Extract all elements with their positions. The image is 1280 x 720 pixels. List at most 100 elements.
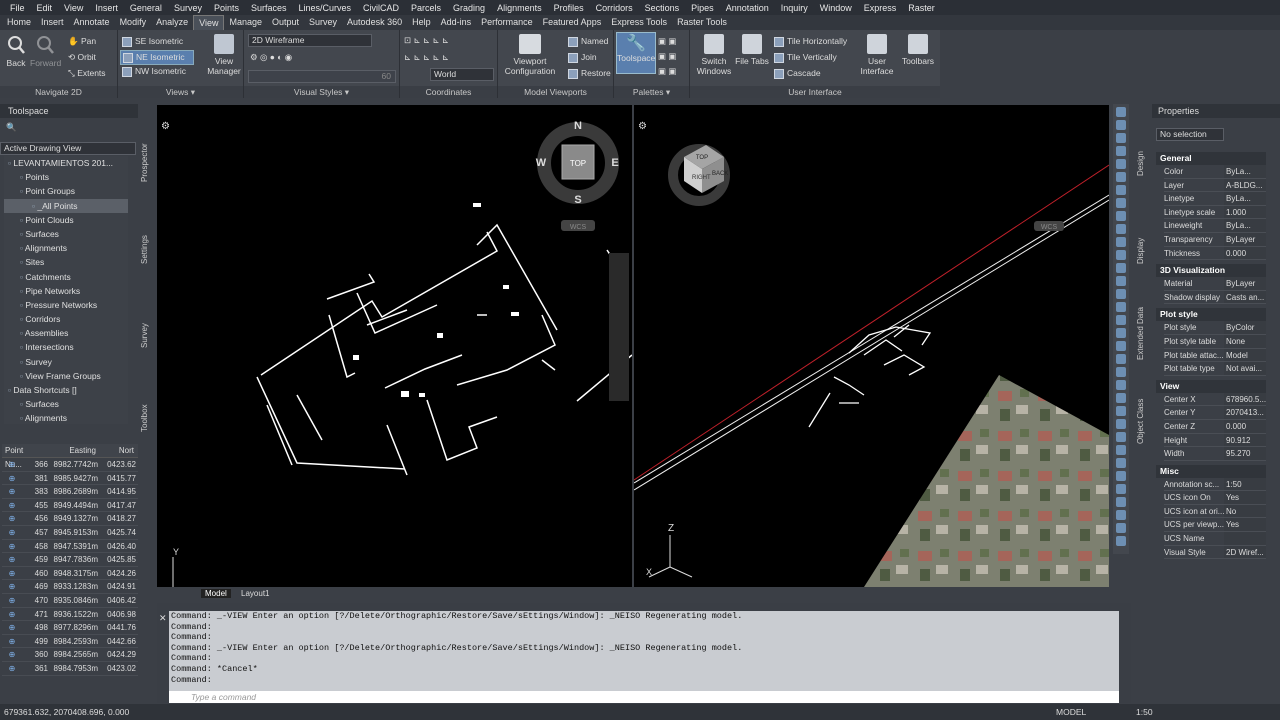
view-ne-isometric[interactable]: NE Isometric — [120, 50, 194, 65]
named-button[interactable]: Named — [568, 36, 608, 47]
menu-item[interactable]: Express — [858, 3, 903, 13]
tool-icon[interactable] — [1116, 159, 1126, 169]
property-value[interactable]: 1.000 — [1224, 205, 1266, 219]
menu-item[interactable]: File — [4, 3, 31, 13]
tree-item[interactable]: ▫ Catchments — [4, 270, 128, 284]
tool-icon[interactable] — [1116, 510, 1126, 520]
property-row[interactable]: Width 95.270 — [1164, 447, 1266, 461]
menu-item[interactable]: Edit — [31, 3, 59, 13]
ribbon-tab[interactable]: Analyze — [151, 15, 193, 30]
property-section[interactable]: 3D Visualization — [1156, 264, 1266, 278]
forward-button[interactable]: Forward — [30, 34, 61, 68]
table-row[interactable]: ⊕ 499 8984.2593m 0442.66 — [2, 635, 138, 649]
tool-icon[interactable] — [1116, 107, 1126, 117]
tool-icon[interactable] — [1116, 146, 1126, 156]
menu-item[interactable]: General — [124, 3, 168, 13]
tool-icon[interactable] — [1116, 432, 1126, 442]
menu-item[interactable]: Parcels — [405, 3, 447, 13]
tool-icon[interactable] — [1116, 419, 1126, 429]
ribbon-tab[interactable]: Featured Apps — [538, 15, 607, 30]
tool-icon[interactable] — [1116, 380, 1126, 390]
viewport-configuration-button[interactable]: Viewport Configuration — [502, 34, 558, 76]
property-row[interactable]: Center Z 0.000 — [1164, 419, 1266, 434]
tool-icon[interactable] — [1116, 367, 1126, 377]
tool-icon[interactable] — [1116, 315, 1126, 325]
navigation-bar[interactable] — [609, 253, 629, 401]
tool-icon[interactable] — [1116, 302, 1126, 312]
tree-item[interactable]: ▫ View Frame Groups — [4, 369, 128, 383]
selection-dropdown[interactable]: No selection — [1156, 128, 1224, 141]
table-row[interactable]: ⊕ 469 8933.1283m 0424.91 — [2, 580, 138, 594]
compass-north[interactable]: N — [574, 120, 582, 132]
property-value[interactable]: ByLayer — [1224, 232, 1266, 246]
property-value[interactable]: None — [1224, 334, 1266, 348]
tree-item[interactable]: ▫ Corridors — [4, 312, 128, 326]
tree-item[interactable]: ▫ Point Clouds — [4, 213, 128, 227]
tool-icon[interactable] — [1116, 289, 1126, 299]
ribbon-tab[interactable]: Annotate — [69, 15, 115, 30]
compass-west[interactable]: W — [536, 157, 547, 169]
tool-icon[interactable] — [1116, 133, 1126, 143]
tree-item[interactable]: ▫ Pressure Networks — [4, 298, 128, 312]
tool-icon[interactable] — [1116, 276, 1126, 286]
tool-icon[interactable] — [1116, 471, 1126, 481]
side-toolbar[interactable] — [1113, 104, 1129, 554]
file-tabs-button[interactable]: File Tabs — [734, 34, 770, 66]
property-row[interactable]: UCS icon On Yes — [1164, 491, 1266, 505]
menu-item[interactable]: Profiles — [548, 3, 590, 13]
tab-extended-data[interactable]: Extended Data — [1136, 307, 1145, 360]
tab-layout1[interactable]: Layout1 — [237, 589, 273, 598]
table-row[interactable]: ⊕ 498 8977.8296m 0441.76 — [2, 621, 138, 635]
model-space-button[interactable]: MODEL — [1056, 704, 1086, 720]
tree-item[interactable]: ▫ Point Groups — [4, 184, 128, 198]
tab-object-class[interactable]: Object Class — [1136, 399, 1145, 444]
menu-item[interactable]: Sections — [639, 3, 686, 13]
tab-settings[interactable]: Settings — [140, 235, 149, 264]
ribbon-tab[interactable]: Express Tools — [606, 15, 672, 30]
property-row[interactable]: Linetype scale 1.000 — [1164, 205, 1266, 220]
tool-icon[interactable] — [1116, 445, 1126, 455]
menu-item[interactable]: View — [58, 3, 89, 13]
property-section[interactable]: Plot style — [1156, 308, 1266, 322]
tool-icon[interactable] — [1116, 354, 1126, 364]
menu-item[interactable]: Lines/Curves — [293, 3, 358, 13]
property-value[interactable]: 95.270 — [1224, 447, 1266, 460]
tool-icon[interactable] — [1116, 536, 1126, 546]
ribbon-tab[interactable]: Add-ins — [436, 15, 477, 30]
tool-icon[interactable] — [1116, 120, 1126, 130]
command-input[interactable]: Type a command — [169, 691, 1119, 703]
property-row[interactable]: Plot table attac... Model — [1164, 348, 1266, 363]
tool-icon[interactable] — [1116, 172, 1126, 182]
property-value[interactable]: 1:50 — [1224, 477, 1266, 491]
cascade-button[interactable]: Cascade — [774, 68, 821, 79]
property-section[interactable]: View — [1156, 379, 1266, 393]
table-row[interactable]: ⊕ 459 8947.7836m 0425.85 — [2, 553, 138, 567]
switch-windows-button[interactable]: Switch Windows — [694, 34, 734, 76]
tree-item[interactable]: ▫ Points — [4, 170, 128, 184]
ribbon-tab[interactable]: Manage — [224, 15, 267, 30]
view-nw-isometric[interactable]: NW Isometric — [122, 66, 186, 77]
menu-item[interactable]: Alignments — [491, 3, 548, 13]
property-value[interactable]: ByLa... — [1224, 219, 1266, 232]
tab-model[interactable]: Model — [201, 589, 231, 598]
tree-item[interactable]: ▫ _All Points — [4, 198, 128, 213]
col-point-number[interactable]: Point Nu... — [2, 444, 42, 469]
tab-survey[interactable]: Survey — [140, 323, 149, 348]
property-value[interactable]: Not avai... — [1224, 362, 1266, 375]
menu-item[interactable]: Corridors — [590, 3, 639, 13]
property-row[interactable]: Center Y 2070413... — [1164, 406, 1266, 420]
menu-item[interactable]: CivilCAD — [357, 3, 405, 13]
tree-item[interactable]: ▫ Surfaces — [4, 227, 128, 241]
property-row[interactable]: Height 90.912 — [1164, 433, 1266, 448]
property-value[interactable]: A-BLDG... — [1224, 178, 1266, 192]
property-value[interactable]: 0.000 — [1224, 246, 1266, 260]
property-value[interactable]: Yes — [1224, 518, 1266, 532]
tree-item[interactable]: ▫ Pipe Networks — [4, 284, 128, 298]
tool-icon[interactable] — [1116, 198, 1126, 208]
property-row[interactable]: Visual Style 2D Wiref... — [1164, 545, 1266, 560]
opacity-field[interactable]: 60 — [248, 70, 396, 83]
property-row[interactable]: UCS icon at ori... No — [1164, 504, 1266, 519]
pan-button[interactable]: ✋ Pan — [68, 36, 96, 47]
tool-icon[interactable] — [1116, 484, 1126, 494]
menu-item[interactable]: Survey — [168, 3, 208, 13]
